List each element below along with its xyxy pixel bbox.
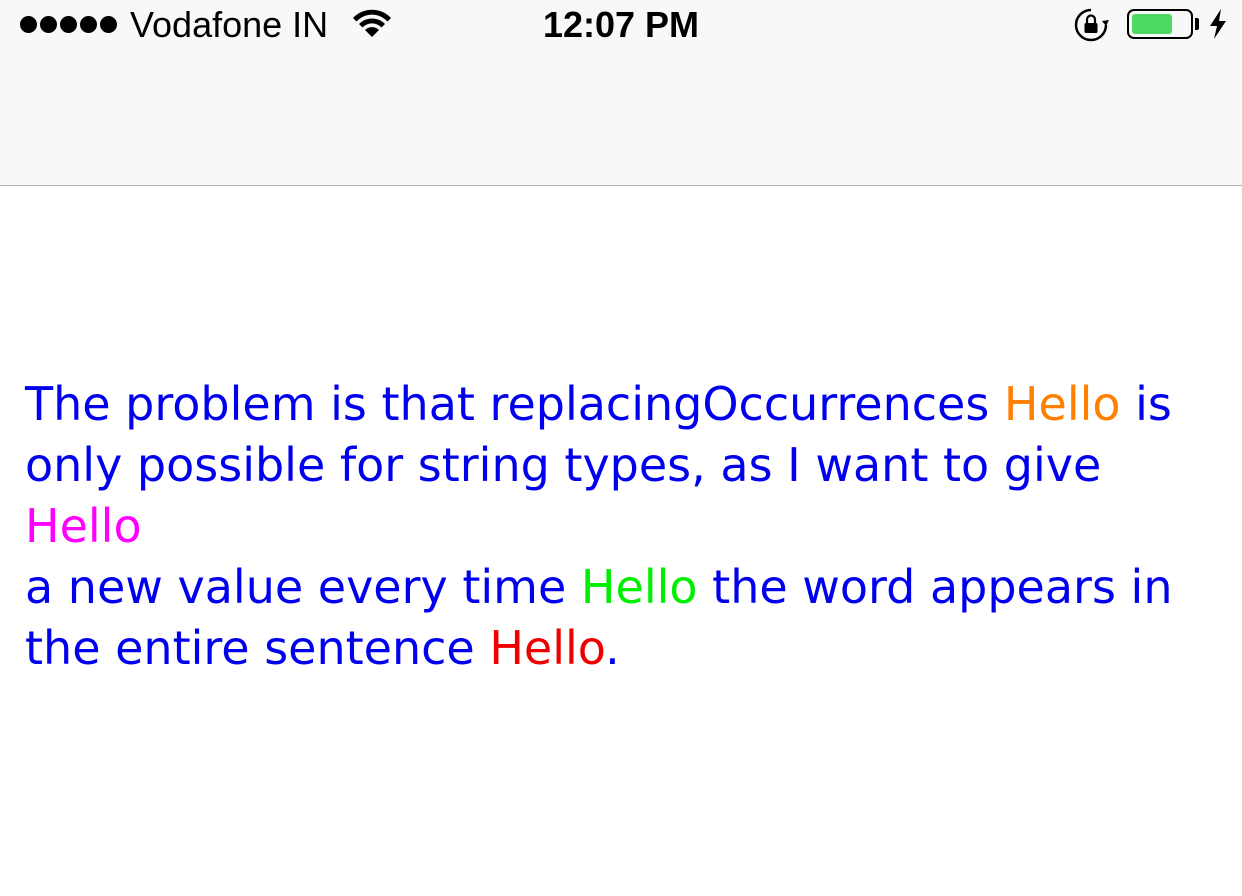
battery-level xyxy=(1132,14,1173,34)
attributed-text-label: The problem is that replacingOccurrences… xyxy=(25,374,1225,679)
highlighted-word: Hello xyxy=(25,499,142,553)
status-bar: Vodafone IN 12:07 PM xyxy=(0,0,1242,50)
bolt-icon xyxy=(1210,9,1226,39)
text-segment: The problem is that replacingOccurrences xyxy=(25,377,1004,431)
phone-screen: Vodafone IN 12:07 PM The problem is that… xyxy=(0,0,1242,896)
text-segment: . xyxy=(605,621,620,675)
highlighted-word: Hello xyxy=(580,560,698,614)
status-time: 12:07 PM xyxy=(542,4,700,45)
text-segment: a new value every time xyxy=(25,560,581,614)
battery-icon xyxy=(1127,9,1193,39)
rotation-lock-icon xyxy=(1074,8,1109,42)
battery-tip xyxy=(1195,18,1199,30)
highlighted-word: Hello xyxy=(489,621,606,675)
highlighted-word: Hello xyxy=(1003,377,1121,431)
